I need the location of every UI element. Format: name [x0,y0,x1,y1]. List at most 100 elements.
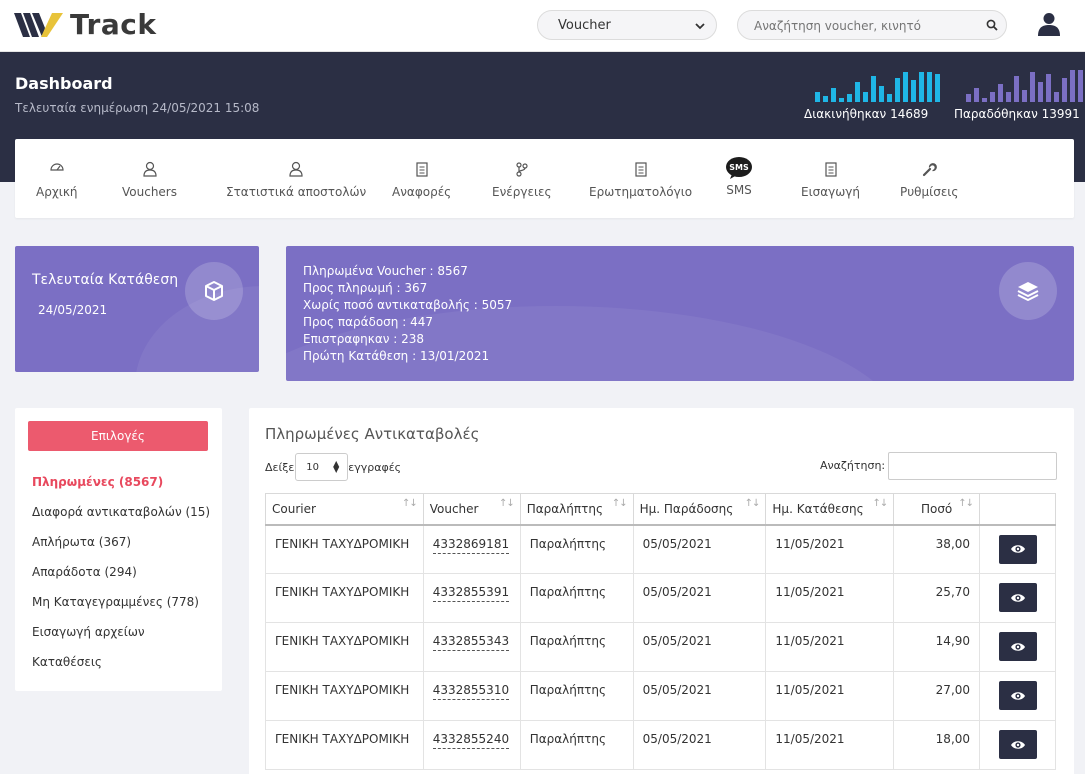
brand-name: Track [70,8,157,41]
column-header-delivery-date[interactable]: Ημ. Παράδοσης ↑↓ [632,493,767,526]
nav-item-sms[interactable]: SMS SMS [725,157,753,197]
column-header-deposit-date[interactable]: Ημ. Κατάθεσης ↑↓ [765,493,895,526]
menu-item-file-import[interactable]: Εισαγωγή αρχείων [32,625,210,655]
eye-icon [1010,740,1025,749]
nav-label: Ενέργειες [492,185,552,199]
cell-amount: 27,00 [893,671,981,721]
view-button[interactable] [998,730,1037,759]
nav-label: Αρχική [36,185,78,199]
menu-item-paid[interactable]: Πληρωμένες (8567) [32,475,210,505]
voucher-link[interactable]: 4332855391 [432,585,510,602]
logo-mark-icon [14,12,63,37]
box-icon-circle [185,262,243,320]
nav-label: Στατιστικά αποστολών [226,185,367,199]
document-icon [824,161,837,177]
show-prefix: Δείξε [265,460,295,474]
menu-item-unpaid[interactable]: Απλήρωτα (367) [32,535,210,565]
eye-icon [1010,691,1025,700]
nav-item-import[interactable]: Εισαγωγή [801,159,860,199]
column-header-actions [979,493,1056,526]
nav-item-reports[interactable]: Αναφορές [392,159,451,199]
menu-item-deposits[interactable]: Καταθέσεις [32,655,210,685]
cell-recipient: Παραλήπτης [519,524,634,574]
nav-label: Εισαγωγή [801,185,861,199]
document-icon [416,161,428,177]
options-panel: Επιλογές Πληρωμένες (8567) Διαφορά αντικ… [15,408,222,691]
cell-courier: ΓΕΝΙΚΗ ΤΑΧΥΔΡΟΜΙΚΗ [265,720,424,770]
search-icon[interactable] [986,19,998,31]
column-header-amount[interactable]: Ποσό ↑↓ [893,493,981,526]
nav-item-shipping-stats[interactable]: Στατιστικά αποστολών [226,159,366,199]
search-type-select[interactable]: Voucher [537,10,717,40]
menu-item-undelivered[interactable]: Απαράδοτα (294) [32,565,210,595]
sparkline-bar [1046,74,1051,102]
search-type-value: Voucher [558,18,611,33]
nav-item-home[interactable]: Αρχική [36,159,78,199]
sparkline-bar [831,88,836,102]
nav-item-settings[interactable]: Ρυθμίσεις [900,159,958,199]
cell-voucher[interactable]: 4332869181 [422,524,521,574]
voucher-link[interactable]: 4332855240 [432,732,510,749]
cell-amount: 25,70 [893,573,981,623]
nav-item-actions[interactable]: Ενέργειες [492,159,552,199]
search-field[interactable] [737,10,1007,40]
table-header-row: Courier ↑↓ Voucher ↑↓ Παραλήπτης ↑↓ Ημ. Παρ… [265,493,1056,526]
cell-actions [979,720,1056,770]
table-row: ΓΕΝΙΚΗ ΤΑΧΥΔΡΟΜΙΚΗ 4332869181 Παραλήπτης 05… [265,524,1056,574]
cell-amount: 18,00 [893,720,981,770]
sparkline-bar [903,72,908,102]
voucher-link[interactable]: 4332869181 [432,536,510,554]
view-button[interactable] [998,681,1037,710]
cell-deposit-date: 11/05/2021 [765,524,895,574]
cell-voucher[interactable]: 4332855240 [422,720,521,770]
cell-courier: ΓΕΝΙΚΗ ΤΑΧΥΔΡΟΜΙΚΗ [265,671,424,721]
view-button[interactable] [998,534,1037,564]
sparkline-bar [855,82,860,102]
cell-delivery-date: 05/05/2021 [632,671,767,721]
cell-actions [979,622,1056,672]
sparkline-bar [1062,78,1067,102]
cell-recipient: Παραλήπτης [519,671,634,721]
user-icon [289,161,303,177]
nav-item-vouchers[interactable]: Vouchers [122,159,177,199]
column-header-voucher[interactable]: Voucher ↑↓ [422,493,521,526]
menu-item-cod-difference[interactable]: Διαφορά αντικαταβολών (15) [32,505,210,535]
view-button[interactable] [998,632,1037,661]
page-length-select[interactable]: 10 ▲ ▼ [295,453,349,481]
main-nav: Αρχική Vouchers Στατιστικά αποστολών Ανα… [15,139,1074,218]
cell-deposit-date: 11/05/2021 [765,720,895,770]
sparkline-bar [1038,82,1043,102]
paid-cod-table: Courier ↑↓ Voucher ↑↓ Παραλήπτης ↑↓ Ημ. Παρ… [265,493,1056,770]
table-search-label: Αναζήτηση: [820,459,886,472]
column-header-recipient[interactable]: Παραλήπτης ↑↓ [519,493,634,526]
nav-item-questionnaire[interactable]: Ερωτηματολόγιο [589,159,692,199]
cell-voucher[interactable]: 4332855391 [422,573,521,623]
sparkline-bar [998,84,1003,102]
sort-icon: ↑↓ [611,498,628,509]
user-account-icon[interactable] [1038,12,1060,36]
eye-icon [1010,593,1025,602]
cell-voucher[interactable]: 4332855310 [422,671,521,721]
user-icon [142,161,157,177]
options-button[interactable]: Επιλογές [28,421,208,451]
show-suffix: εγγραφές [348,460,402,474]
menu-item-unregistered[interactable]: Μη Καταγεγραμμένες (778) [32,595,210,625]
sparkline-bar [815,92,820,102]
voucher-link[interactable]: 4332855310 [432,683,510,700]
table-row: ΓΕΝΙΚΗ ΤΑΧΥΔΡΟΜΙΚΗ 4332855343 Παραλήπτης 05… [265,622,1056,672]
nav-label: Αναφορές [392,185,452,199]
sparkline-bar [911,80,916,102]
nav-label: Vouchers [122,185,177,199]
view-button[interactable] [998,583,1037,612]
sparkline-bar [823,96,828,102]
column-header-courier[interactable]: Courier ↑↓ [265,493,424,526]
sort-arrows-icon: ▲ ▼ [333,459,340,474]
logo[interactable]: Track [14,8,156,41]
table-title: Πληρωμένες Αντικαταβολές [265,425,480,443]
cell-voucher[interactable]: 4332855343 [422,622,521,672]
cell-delivery-date: 05/05/2021 [632,573,767,623]
table-search-input[interactable] [888,452,1057,480]
voucher-link[interactable]: 4332855343 [432,634,510,651]
search-input[interactable] [754,17,974,35]
last-deposit-title: Τελευταία Κατάθεση [32,272,179,288]
